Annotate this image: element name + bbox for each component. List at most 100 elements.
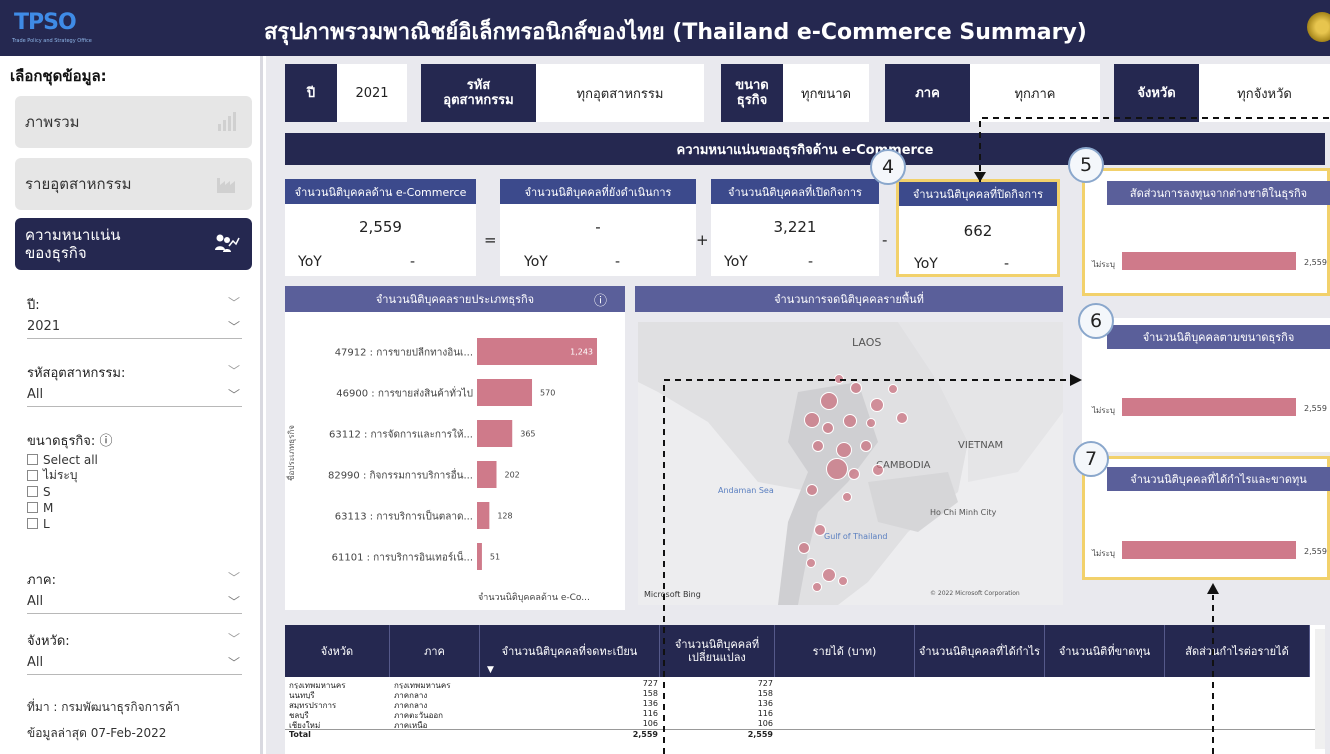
kpi-total-title: จำนวนนิติบุคคลด้าน e-Commerce xyxy=(285,179,476,204)
nav-overview-button[interactable]: ภาพรวม xyxy=(15,96,252,148)
kpi-active-value: - xyxy=(595,218,601,236)
table-row[interactable]: ชลบุรี ภาคตะวันออก 116 116 xyxy=(285,709,1315,719)
sort-desc-icon[interactable]: ▼ xyxy=(487,665,494,675)
kpi-total-yoy: - xyxy=(410,254,416,270)
nav-density-label: ความหนาแน่น ของธุรกิจ xyxy=(25,226,121,262)
table-row[interactable]: เชียงใหม่ ภาคเหนือ 106 106 xyxy=(285,719,1315,729)
profit-loss-bar[interactable] xyxy=(1122,541,1296,559)
foreign-investment-bar[interactable] xyxy=(1122,252,1296,270)
table-scrollbar[interactable] xyxy=(1315,629,1325,749)
map-bubble[interactable] xyxy=(806,558,816,568)
size-option-m[interactable]: M xyxy=(27,500,53,515)
type-chart-title-bar: จำนวนนิติบุคคลรายประเภทธุรกิจ ⓘ xyxy=(285,286,625,312)
province-collapse-icon[interactable]: ﹀ xyxy=(228,630,240,647)
table-cell: 106 xyxy=(757,719,773,728)
checkbox[interactable] xyxy=(27,502,38,513)
data-source: ที่มา : กรมพัฒนาธุรกิจการค้า xyxy=(27,700,180,714)
table-row[interactable]: กรุงเทพมหานคร กรุงเทพมหานคร 727 727 xyxy=(285,679,1315,689)
type-chart-bar[interactable] xyxy=(477,502,490,529)
map-bubble[interactable] xyxy=(848,468,860,480)
col-header-province[interactable]: จังหวัด xyxy=(285,625,390,677)
map-bubble[interactable] xyxy=(850,382,862,394)
info-icon[interactable]: ⓘ xyxy=(594,290,607,309)
map-bubble[interactable] xyxy=(834,374,844,384)
checkbox[interactable] xyxy=(27,454,38,465)
map-bubble[interactable] xyxy=(842,492,852,502)
checkbox[interactable] xyxy=(27,518,38,529)
map-bubble[interactable] xyxy=(822,422,834,434)
ministry-seal-icon xyxy=(1307,12,1330,42)
province-filter-label: จังหวัด: xyxy=(27,634,70,649)
map-bubble[interactable] xyxy=(866,418,876,428)
type-chart-bar[interactable] xyxy=(477,461,497,488)
map-bubble[interactable] xyxy=(798,542,810,554)
table-cell xyxy=(394,730,480,740)
col-header-loss[interactable]: จำนวนนิติที่ขาดทุน xyxy=(1045,625,1165,677)
callout-4: 4 xyxy=(870,149,906,185)
last-updated: ข้อมูลล่าสุด 07-Feb-2022 xyxy=(27,726,167,740)
business-size-bar[interactable] xyxy=(1122,398,1296,416)
year-select[interactable]: 2021 ﹀ xyxy=(27,317,242,339)
size-option-s[interactable]: S xyxy=(27,484,51,499)
industry-collapse-icon[interactable]: ﹀ xyxy=(228,362,240,379)
col-header-profit[interactable]: จำนวนนิติบุคคลที่ได้กำไร xyxy=(915,625,1045,677)
province-map[interactable]: LAOS VIETNAM CAMBODIA Gulf of Thailand A… xyxy=(638,322,1063,605)
map-bubble[interactable] xyxy=(838,576,848,586)
nav-industry-button[interactable]: รายอุตสาหกรรม xyxy=(15,158,252,210)
map-bubble[interactable] xyxy=(870,398,884,412)
kpi-opened-value: 3,221 xyxy=(773,218,817,236)
size-option-select-all[interactable]: Select all xyxy=(27,452,98,467)
people-growth-icon xyxy=(214,232,240,256)
region-select-value: All xyxy=(27,594,44,609)
map-bubble[interactable] xyxy=(872,464,884,476)
foreign-investment-bar-value: 2,559 xyxy=(1304,258,1327,267)
checkbox[interactable] xyxy=(27,486,38,497)
tpso-logo: TPSO xyxy=(14,10,77,35)
size-option-unspecified[interactable]: ไม่ระบุ xyxy=(27,468,77,483)
map-bubble[interactable] xyxy=(822,568,836,582)
map-bubble[interactable] xyxy=(896,412,908,424)
col-header-changed[interactable]: จำนวนนิติบุคคลที่เปลี่ยนแปลง xyxy=(660,625,775,677)
table-cell: 158 xyxy=(757,689,773,698)
map-bubble[interactable] xyxy=(804,412,820,428)
col-header-revenue[interactable]: รายได้ (บาท) xyxy=(775,625,915,677)
filter-industry-label: รหัส อุตสาหกรรม xyxy=(421,64,536,122)
map-label-hcmc: Ho Chi Minh City xyxy=(930,508,997,517)
map-bubble[interactable] xyxy=(812,440,824,452)
kpi-active-title: จำนวนนิติบุคคลที่ยังดำเนินการ xyxy=(500,179,696,204)
type-chart-bar[interactable] xyxy=(477,379,533,406)
map-bubble[interactable] xyxy=(812,582,822,592)
table-cell: นนทบุรี xyxy=(289,691,315,699)
table-row[interactable]: สมุทรปราการ ภาคกลาง 136 136 xyxy=(285,699,1315,709)
region-collapse-icon[interactable]: ﹀ xyxy=(228,569,240,586)
table-cell: 727 xyxy=(642,679,658,688)
province-select-value: All xyxy=(27,655,44,670)
year-collapse-icon[interactable]: ﹀ xyxy=(228,294,240,311)
industry-select[interactable]: All ﹀ xyxy=(27,385,242,407)
col-header-registered[interactable]: จำนวนนิติบุคคลที่จดทะเบียน xyxy=(480,625,660,677)
info-icon[interactable]: ⓘ xyxy=(99,434,112,449)
type-chart-bar[interactable] xyxy=(477,543,482,570)
page-title: สรุปภาพรวมพาณิชย์อิเล็กทรอนิกส์ของไทย (T… xyxy=(264,20,1087,45)
nav-density-button[interactable]: ความหนาแน่น ของธุรกิจ xyxy=(15,218,252,270)
kpi-opened-yoy: - xyxy=(808,254,814,270)
map-bubble[interactable] xyxy=(820,392,838,410)
map-bubble-bangkok[interactable] xyxy=(826,458,848,480)
size-option-l[interactable]: L xyxy=(27,516,50,531)
map-bubble[interactable] xyxy=(806,484,818,496)
map-bubble[interactable] xyxy=(888,384,898,394)
map-bubble[interactable] xyxy=(860,440,872,452)
table-row[interactable]: นนทบุรี ภาคกลาง 158 158 xyxy=(285,689,1315,699)
checkbox[interactable] xyxy=(27,470,38,481)
map-bubble[interactable] xyxy=(836,442,852,458)
type-chart-bar[interactable] xyxy=(477,420,513,447)
map-bubble[interactable] xyxy=(814,524,826,536)
province-select[interactable]: All ﹀ xyxy=(27,653,242,675)
region-select[interactable]: All ﹀ xyxy=(27,592,242,614)
map-bubble[interactable] xyxy=(843,414,857,428)
bar-chart-icon xyxy=(214,110,240,134)
col-header-region[interactable]: ภาค xyxy=(390,625,480,677)
table-total-row[interactable]: Total 2,559 2,559 xyxy=(285,729,1315,739)
table-cell: 106 xyxy=(642,719,658,728)
col-header-profit-ratio[interactable]: สัดส่วนกำไรต่อรายได้ xyxy=(1165,625,1310,677)
